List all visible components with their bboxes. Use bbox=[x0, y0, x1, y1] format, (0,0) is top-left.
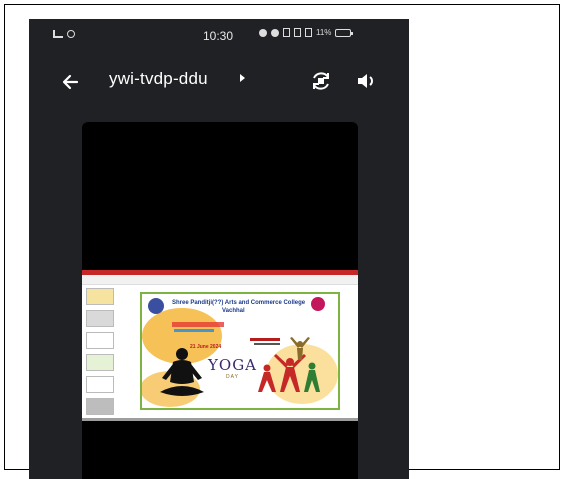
signal-icon bbox=[53, 30, 63, 38]
rotate-button[interactable] bbox=[309, 69, 333, 93]
battery-icon bbox=[335, 28, 354, 37]
slide-ribbon bbox=[82, 275, 358, 285]
back-button[interactable] bbox=[57, 68, 85, 96]
slide-canvas: Shree Panditji(??) Arts and Commerce Col… bbox=[140, 292, 340, 410]
video-title[interactable]: ywi-tvdp-ddu bbox=[109, 69, 208, 89]
notification-icon bbox=[259, 28, 267, 37]
slide-status-bar bbox=[82, 418, 358, 421]
status-time: 10:30 bbox=[203, 29, 234, 43]
screen-rotate-icon bbox=[313, 72, 329, 90]
slide-day-text: DAY bbox=[226, 374, 239, 380]
slide-header-line1: Shree Panditji(??) Arts and Commerce Col… bbox=[172, 300, 306, 306]
video-player[interactable]: Shree Panditji(??) Arts and Commerce Col… bbox=[82, 122, 358, 479]
slide-yoga-text: YOGA bbox=[208, 356, 258, 374]
app-bar: ywi-tvdp-ddu bbox=[29, 63, 409, 99]
data-icon bbox=[294, 28, 301, 37]
title-dropdown-icon[interactable] bbox=[240, 74, 245, 82]
status-left-icons bbox=[53, 30, 75, 38]
video-frame-slide: Shree Panditji(??) Arts and Commerce Col… bbox=[82, 270, 358, 421]
status-right-icons: 11% bbox=[259, 28, 354, 37]
arrow-left-icon bbox=[62, 74, 79, 90]
slide-thumbnails bbox=[86, 288, 116, 416]
battery-percent: 11% bbox=[316, 28, 332, 37]
volume-button[interactable] bbox=[354, 69, 378, 93]
phone-screen: 10:30 11% ywi-tvdp-ddu Shree Panditji(??… bbox=[29, 19, 409, 479]
thumbnail bbox=[86, 398, 114, 415]
slide-date: 21 June 2024 bbox=[190, 344, 222, 350]
alarm-icon bbox=[271, 28, 279, 37]
thumbnail bbox=[86, 310, 114, 327]
thumbnail bbox=[86, 376, 114, 393]
screenshot-frame: 10:30 11% ywi-tvdp-ddu Shree Panditji(??… bbox=[4, 4, 560, 479]
slide-header-line2: Vachhal bbox=[222, 308, 245, 314]
wifi-icon bbox=[305, 28, 312, 37]
network-icon bbox=[283, 28, 290, 37]
thumbnail bbox=[86, 288, 114, 305]
volume-icon bbox=[358, 74, 373, 88]
thumbnail bbox=[86, 332, 114, 349]
thumbnail bbox=[86, 354, 114, 371]
status-bar: 10:30 11% bbox=[29, 19, 409, 53]
hotspot-icon bbox=[67, 30, 75, 38]
